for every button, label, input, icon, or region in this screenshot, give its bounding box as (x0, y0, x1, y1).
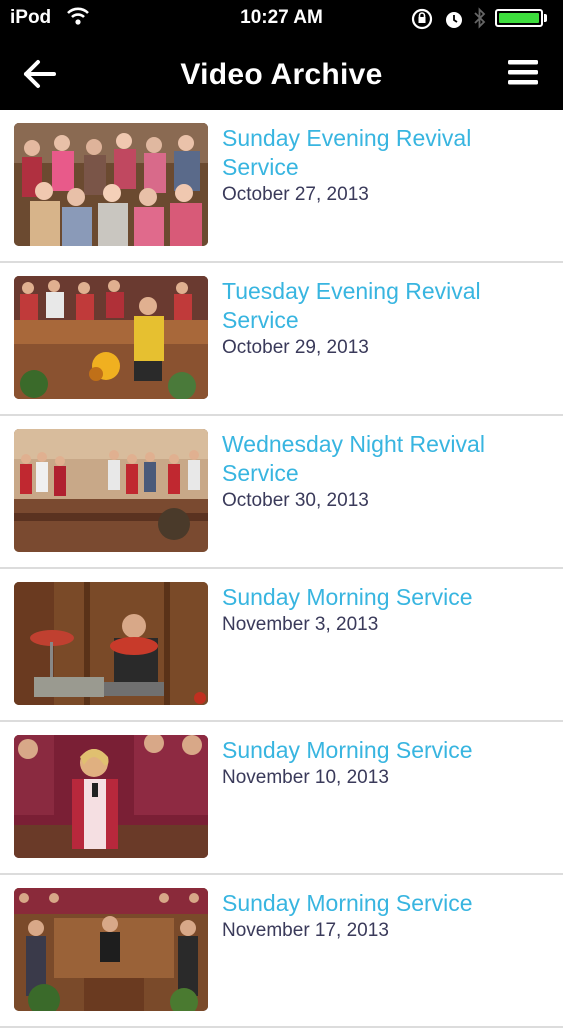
video-thumbnail[interactable] (14, 276, 208, 399)
video-list-item[interactable]: Sunday Evening Revival Service October 2… (0, 110, 563, 263)
video-list-item[interactable]: Sunday Morning Service November 17, 2013 (0, 875, 563, 1028)
video-title[interactable]: Wednesday Night Revival Service (222, 430, 542, 488)
alarm-icon (444, 8, 464, 35)
video-thumbnail[interactable] (14, 123, 208, 246)
page-title: Video Archive (180, 58, 383, 91)
video-thumbnail[interactable] (14, 888, 208, 1011)
video-title[interactable]: Sunday Morning Service (222, 736, 542, 765)
video-list-item[interactable]: Wednesday Night Revival Service October … (0, 416, 563, 569)
video-title[interactable]: Sunday Evening Revival Service (222, 124, 542, 182)
video-date: October 27, 2013 (222, 184, 369, 205)
rotation-lock-icon (410, 8, 434, 35)
video-date: October 30, 2013 (222, 490, 369, 511)
battery-icon (495, 9, 543, 27)
hamburger-menu-icon[interactable] (500, 54, 546, 94)
video-list-item[interactable]: Sunday Morning Service November 3, 2013 (0, 569, 563, 722)
video-title[interactable]: Sunday Morning Service (222, 889, 542, 918)
video-date: November 10, 2013 (222, 767, 389, 788)
video-list-item[interactable]: Sunday Morning Service November 10, 2013 (0, 722, 563, 875)
video-date: October 29, 2013 (222, 337, 369, 358)
battery-tip (544, 14, 547, 22)
video-title[interactable]: Sunday Morning Service (222, 583, 542, 612)
status-bar: iPod 10:27 AM (0, 0, 563, 38)
video-thumbnail[interactable] (14, 735, 208, 858)
video-title[interactable]: Tuesday Evening Revival Service (222, 277, 542, 335)
video-thumbnail[interactable] (14, 582, 208, 705)
video-thumbnail[interactable] (14, 429, 208, 552)
video-date: November 3, 2013 (222, 614, 379, 635)
bluetooth-icon (473, 6, 487, 35)
nav-bar: Video Archive (0, 38, 563, 110)
video-date: November 17, 2013 (222, 920, 389, 941)
video-list-item[interactable]: Tuesday Evening Revival Service October … (0, 263, 563, 416)
